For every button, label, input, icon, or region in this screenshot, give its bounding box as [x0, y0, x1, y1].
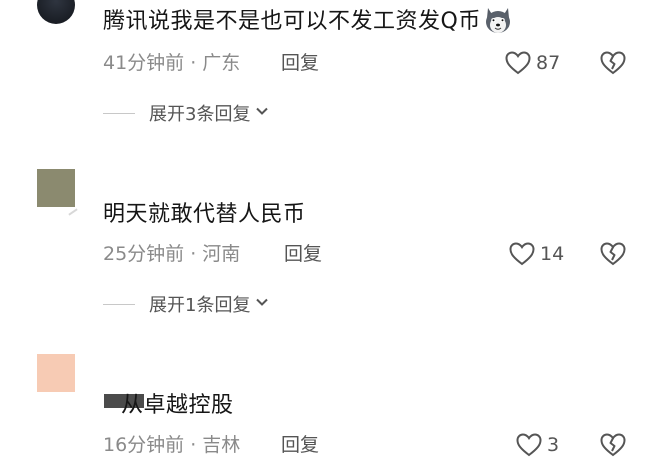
like-button[interactable]: 87 — [504, 50, 560, 76]
divider-line — [103, 112, 135, 114]
avatar[interactable] — [37, 354, 75, 392]
husky-emoji-icon — [483, 4, 513, 43]
heart-outline-icon — [508, 241, 536, 267]
chevron-down-icon — [250, 103, 270, 123]
comment-time: 25分钟前 — [103, 243, 185, 265]
avatar-tick — [68, 208, 78, 216]
like-count: 87 — [536, 52, 561, 74]
reply-button[interactable]: 回复 — [284, 241, 322, 267]
like-count: 3 — [547, 434, 560, 456]
comment-text: 腾讯说我是不是也可以不发工资发Q币 — [103, 4, 513, 43]
meta-separator: · — [190, 434, 197, 456]
broken-heart-icon — [599, 51, 627, 80]
broken-heart-icon — [599, 433, 627, 462]
reply-button[interactable]: 回复 — [281, 50, 319, 76]
like-count: 14 — [540, 243, 565, 265]
dislike-button[interactable] — [599, 432, 627, 458]
expand-replies-label: 展开1条回复 — [149, 295, 251, 316]
expand-replies-label: 展开3条回复 — [149, 104, 251, 125]
comment-location: 广东 — [202, 52, 241, 74]
comment-meta: 41分钟前 · 广东 — [103, 50, 240, 76]
meta-separator: · — [190, 52, 197, 74]
comment-time: 16分钟前 — [103, 434, 185, 456]
divider-line — [103, 303, 135, 305]
heart-outline-icon — [504, 50, 532, 76]
heart-outline-icon — [515, 432, 543, 458]
dislike-button[interactable] — [599, 50, 627, 76]
reply-button[interactable]: 回复 — [281, 432, 319, 458]
like-button[interactable]: 14 — [508, 241, 564, 267]
comment-text: 明天就敢代替人民币 — [103, 202, 306, 227]
dislike-button[interactable] — [599, 241, 627, 267]
like-button[interactable]: 3 — [515, 432, 559, 458]
comment-text: 从卓越控股 — [121, 393, 234, 418]
avatar[interactable] — [37, 169, 75, 207]
comment-meta: 25分钟前 · 河南 — [103, 241, 240, 267]
comment-meta: 16分钟前 · 吉林 — [103, 432, 240, 458]
comment-item: 腾讯说我是不是也可以不发工资发Q币 41分钟前 · 广东 回复 87 展开3条回… — [0, 0, 660, 140]
comment-time: 41分钟前 — [103, 52, 185, 74]
chevron-down-icon — [250, 294, 270, 314]
comment-location: 吉林 — [202, 434, 241, 456]
comment-item: 从卓越控股 16分钟前 · 吉林 回复 3 — [0, 350, 660, 469]
expand-replies-button[interactable]: 展开3条回复 — [103, 100, 270, 126]
avatar[interactable] — [37, 0, 75, 24]
expand-replies-button[interactable]: 展开1条回复 — [103, 291, 270, 317]
comment-text-content: 腾讯说我是不是也可以不发工资发Q币 — [103, 9, 481, 34]
comment-item: 明天就敢代替人民币 25分钟前 · 河南 回复 14 展开1条回复 — [0, 165, 660, 325]
broken-heart-icon — [599, 242, 627, 271]
comment-location: 河南 — [202, 243, 241, 265]
meta-separator: · — [190, 243, 197, 265]
